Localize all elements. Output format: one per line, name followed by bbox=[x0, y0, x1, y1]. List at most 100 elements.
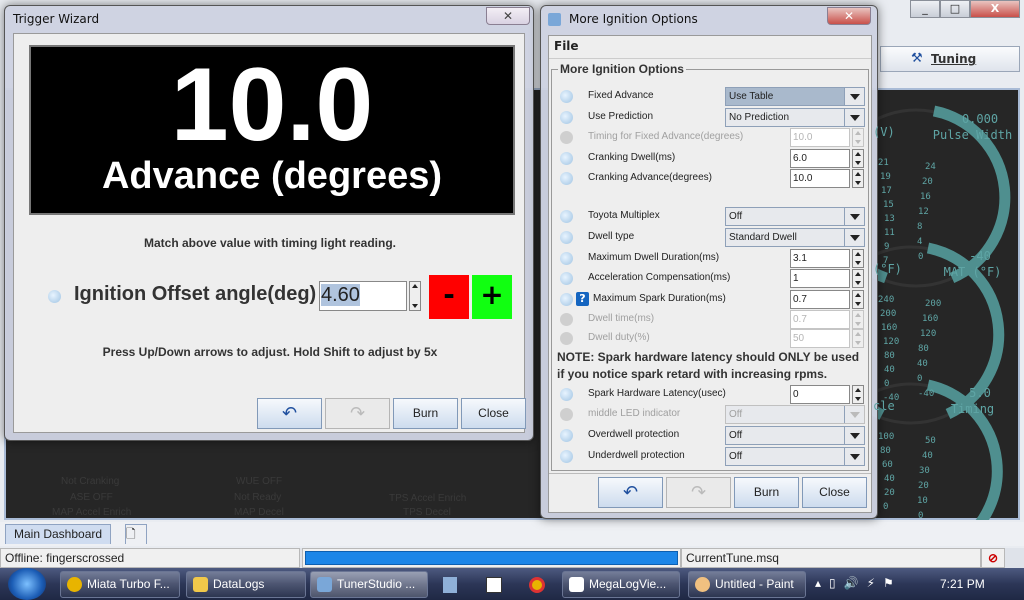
increase-button[interactable]: + bbox=[472, 275, 512, 319]
maximize-button[interactable]: □ bbox=[940, 0, 970, 18]
chevron-down-icon[interactable] bbox=[844, 208, 864, 225]
edit-icon bbox=[560, 231, 573, 244]
option-spinner[interactable] bbox=[852, 269, 864, 288]
close-button[interactable]: Close bbox=[461, 398, 526, 429]
option-input[interactable]: 50 bbox=[790, 329, 850, 348]
option-select[interactable]: Off bbox=[725, 207, 865, 226]
option-select[interactable]: Standard Dwell bbox=[725, 228, 865, 247]
option-select[interactable]: Use Table bbox=[725, 87, 865, 106]
taskbar-item-paint[interactable]: Untitled - Paint bbox=[688, 571, 806, 598]
megalogviewer-pinned-icon[interactable] bbox=[486, 577, 502, 593]
tuning-button[interactable]: ⚒ Tuning bbox=[880, 46, 1020, 72]
gauge-tick: 21 bbox=[878, 158, 889, 168]
gauge-tick: 16 bbox=[920, 192, 931, 202]
option-row: ? Maximum Spark Duration(ms) 0.7 bbox=[552, 290, 874, 310]
gauge-tick: 13 bbox=[884, 214, 895, 224]
option-label: Cranking Advance(degrees) bbox=[588, 172, 712, 183]
option-spinner[interactable] bbox=[852, 329, 864, 348]
undo-button[interactable]: ↶ bbox=[598, 477, 663, 508]
option-select[interactable]: Off bbox=[725, 447, 865, 466]
option-row: Maximum Dwell Duration(ms) 3.1 bbox=[552, 249, 874, 269]
close-icon[interactable]: ✕ bbox=[827, 7, 871, 25]
option-row: Acceleration Compensation(ms) 1 bbox=[552, 269, 874, 289]
option-input[interactable]: 0.7 bbox=[790, 290, 850, 309]
option-row: Dwell duty(%) 50 bbox=[552, 329, 874, 349]
chevron-down-icon[interactable] bbox=[844, 88, 864, 105]
option-row: Use Prediction No Prediction bbox=[552, 108, 874, 128]
option-row: Spark Hardware Latency(usec) 0 bbox=[552, 385, 874, 405]
option-row: Toyota Multiplex Off bbox=[552, 207, 874, 227]
chevron-down-icon[interactable] bbox=[844, 427, 864, 444]
start-button[interactable] bbox=[8, 568, 46, 600]
menu-file[interactable]: File bbox=[554, 39, 579, 53]
tuning-label: Tuning bbox=[931, 52, 977, 66]
taskbar-item-chrome[interactable]: Miata Turbo F... bbox=[60, 571, 180, 598]
option-input[interactable]: 0 bbox=[790, 385, 850, 404]
taskbar-item-datalogs[interactable]: DataLogs bbox=[186, 571, 306, 598]
option-spinner[interactable] bbox=[852, 169, 864, 188]
decrease-button[interactable]: - bbox=[429, 275, 469, 319]
gauge-tick: 20 bbox=[922, 177, 933, 187]
option-label: Maximum Spark Duration(ms) bbox=[593, 293, 726, 304]
gauge-tick: 17 bbox=[881, 186, 892, 196]
taskbar-item-megalogviewer[interactable]: MegaLogVie... bbox=[562, 571, 680, 598]
option-select[interactable]: No Prediction bbox=[725, 108, 865, 127]
system-tray-icons[interactable]: ▴▯🔊⚡⚑ bbox=[815, 576, 902, 590]
option-input[interactable]: 10.0 bbox=[790, 128, 850, 147]
wrench-screwdriver-icon: ⚒ bbox=[911, 51, 923, 66]
option-input[interactable]: 10.0 bbox=[790, 169, 850, 188]
option-input[interactable]: 1 bbox=[790, 269, 850, 288]
status-ase: ASE OFF bbox=[70, 492, 113, 503]
chrome-pinned-icon[interactable] bbox=[529, 577, 545, 593]
option-spinner[interactable] bbox=[852, 310, 864, 329]
clock[interactable]: 7:21 PM bbox=[940, 577, 985, 591]
gauge-tick: 200 bbox=[880, 309, 897, 319]
burn-button[interactable]: Burn bbox=[393, 398, 458, 429]
chevron-down-icon[interactable] bbox=[844, 109, 864, 126]
chevron-down-icon[interactable] bbox=[844, 406, 864, 423]
tab-main-dashboard[interactable]: Main Dashboard bbox=[5, 524, 112, 544]
option-input[interactable]: 6.0 bbox=[790, 149, 850, 168]
gauge-tick: 15 bbox=[883, 200, 894, 210]
option-spinner[interactable] bbox=[852, 290, 864, 309]
undo-button[interactable]: ↶ bbox=[257, 398, 322, 429]
gauge-tick: 80 bbox=[884, 351, 895, 361]
burn-button[interactable]: Burn bbox=[734, 477, 799, 508]
redo-button[interactable]: ↷ bbox=[666, 477, 731, 508]
close-button[interactable]: Close bbox=[802, 477, 867, 508]
offset-spinner[interactable] bbox=[409, 281, 421, 311]
option-label: middle LED indicator bbox=[588, 408, 681, 419]
redo-button[interactable]: ↷ bbox=[325, 398, 390, 429]
close-app-button[interactable]: X bbox=[970, 0, 1020, 18]
close-icon[interactable]: ✕ bbox=[486, 7, 530, 25]
help-icon[interactable]: ? bbox=[576, 292, 589, 306]
option-label: Maximum Dwell Duration(ms) bbox=[588, 252, 720, 263]
gauge-value: 0.000 bbox=[961, 112, 999, 126]
option-select[interactable]: Off bbox=[725, 426, 865, 445]
gauge-tick: 200 bbox=[925, 299, 942, 309]
option-input[interactable]: 0.7 bbox=[790, 310, 850, 329]
chevron-down-icon[interactable] bbox=[844, 448, 864, 465]
minimize-button[interactable]: _ bbox=[910, 0, 940, 18]
advance-label: Advance (degrees) bbox=[101, 155, 442, 197]
option-spinner[interactable] bbox=[852, 249, 864, 268]
taskbar-label: Untitled - Paint bbox=[715, 577, 794, 591]
option-spinner[interactable] bbox=[852, 128, 864, 147]
option-spinner[interactable] bbox=[852, 149, 864, 168]
taskbar-item-tunerstudio[interactable]: TunerStudio ... bbox=[310, 571, 428, 598]
pinned-app-icon[interactable] bbox=[443, 577, 457, 593]
chrome-icon bbox=[67, 577, 82, 592]
edit-icon bbox=[560, 152, 573, 165]
new-tab-icon[interactable]: 🗋 bbox=[125, 524, 147, 544]
option-spinner[interactable] bbox=[852, 385, 864, 404]
taskbar-label: TunerStudio ... bbox=[337, 577, 416, 591]
chevron-down-icon[interactable] bbox=[844, 229, 864, 246]
gauge-tick: 30 bbox=[919, 466, 930, 476]
select-value: Off bbox=[729, 451, 743, 462]
edit-icon bbox=[560, 131, 573, 144]
gauge-tick: 0 bbox=[918, 252, 924, 262]
option-input[interactable]: 3.1 bbox=[790, 249, 850, 268]
edit-icon bbox=[560, 313, 573, 326]
option-select[interactable]: Off bbox=[725, 405, 865, 424]
offset-input[interactable]: 4.60 bbox=[321, 284, 360, 306]
